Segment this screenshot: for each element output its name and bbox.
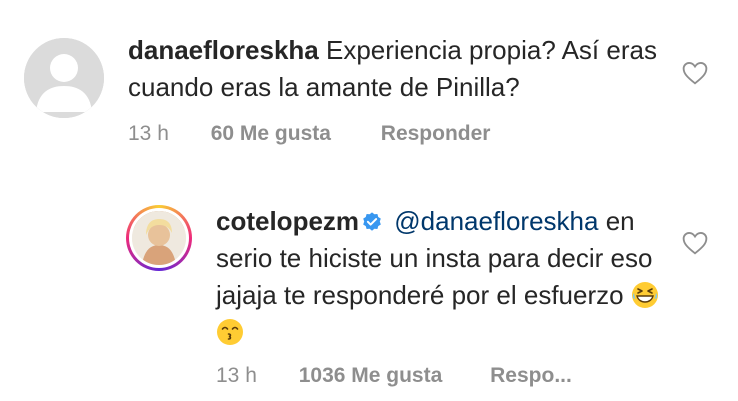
heart-outline-icon[interactable] [682,231,708,255]
comment-meta: 13 h 60 Me gusta Responder [128,122,490,146]
default-avatar-icon [24,38,104,118]
avatar-cotelopezm[interactable] [126,205,192,271]
avatar-danaefloreskha[interactable] [24,38,104,118]
comment-likes[interactable]: 60 Me gusta [211,122,331,145]
grinning-squinting-face-icon [631,282,658,308]
comment-username[interactable]: cotelopezm [216,206,359,236]
kissing-face-smiling-eyes-icon [217,319,243,345]
heart-outline-icon[interactable] [682,61,708,85]
reply-comment-meta: 13 h 1036 Me gusta Respo... [216,364,572,388]
comment-time[interactable]: 13 h [216,364,257,387]
comment-likes[interactable]: 1036 Me gusta [299,364,443,387]
comment-body: danaefloreskha Experiencia propia? Así e… [128,32,668,106]
comments-screen: danaefloreskha Experiencia propia? Así e… [0,0,738,401]
reply-button[interactable]: Respo... [490,364,572,387]
reply-comment-body: cotelopezm @danaefloreskha en serio te h… [216,203,676,351]
comment-time[interactable]: 13 h [128,122,169,145]
verified-badge-icon [363,212,381,231]
comment-username[interactable]: danaefloreskha [128,35,319,65]
profile-photo [132,211,186,265]
mention-link[interactable]: @danaefloreskha [394,206,598,236]
reply-button[interactable]: Responder [381,122,491,145]
profile-photo-icon [132,211,186,265]
